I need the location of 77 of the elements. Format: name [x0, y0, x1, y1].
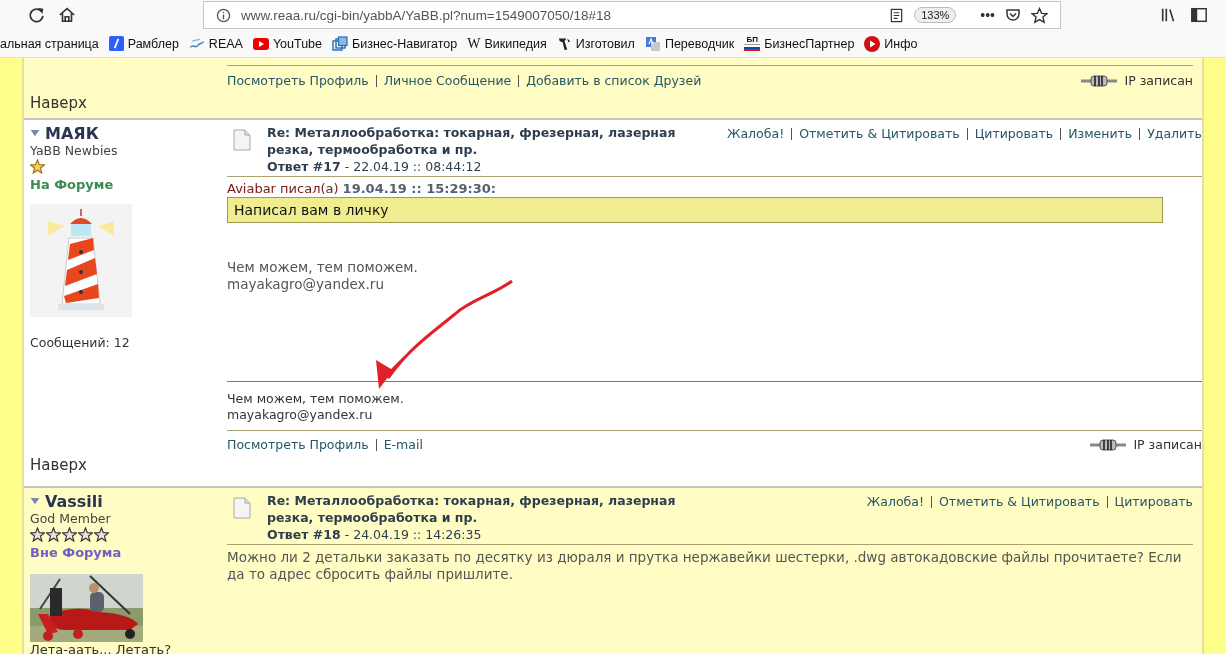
- resistor-icon: [1090, 438, 1127, 451]
- quote-date: 19.04.19 :: 15:29:30:: [342, 181, 497, 196]
- post-action-link[interactable]: Изменить: [1068, 126, 1133, 141]
- member-group: God Member: [30, 511, 221, 526]
- author-name[interactable]: Vassili: [45, 492, 103, 511]
- online-status: На Форуме: [30, 177, 115, 192]
- reply-info: Ответ #17 - 22.04.19 :: 08:44:12: [267, 158, 483, 175]
- tool-icon: [556, 35, 572, 52]
- reply-info: Ответ #18 - 24.04.19 :: 14:26:35: [267, 526, 483, 543]
- rank-star-icon: [62, 527, 77, 542]
- profile-link[interactable]: Добавить в список Друзей: [526, 73, 702, 88]
- bookmark-item[interactable]: Инфо: [864, 35, 918, 52]
- profile-link[interactable]: E-mail: [383, 437, 423, 452]
- bookmark-item[interactable]: W Википедия: [467, 35, 547, 52]
- post-text: Можно ли 2 детальки заказать по десятку из дюраля и прутка нержавейки шестерки, .dwg автокадовские файлы прочитаете? Если да то адрес сбросить файлы пришлите.: [227, 549, 1183, 583]
- back-to-top-link[interactable]: Наверх: [24, 92, 1202, 112]
- reader-view-icon[interactable]: [889, 7, 905, 23]
- post-subject[interactable]: Re: Металлообработка: токарная, фрезерная, лазерная резка, термообработка и пр.: [267, 492, 707, 526]
- bookmark-item[interactable]: Рамблер: [108, 36, 179, 51]
- profile-link[interactable]: Посмотреть Профиль: [227, 437, 369, 452]
- profile-link[interactable]: Посмотреть Профиль: [227, 73, 369, 88]
- avatar-caption: Лета-аать... Летать?: [30, 642, 173, 654]
- caret-icon[interactable]: [30, 498, 40, 505]
- wiki-icon: W: [467, 35, 481, 52]
- back-to-top-link[interactable]: Наверх: [24, 455, 1202, 474]
- zoom-badge[interactable]: 133%: [914, 7, 957, 23]
- post-action-link[interactable]: Удалить: [1147, 126, 1202, 141]
- bookmark-item[interactable]: REAA: [188, 36, 243, 51]
- ip-status: IP записан: [1124, 73, 1193, 88]
- reload-icon[interactable]: [28, 6, 46, 24]
- post-text: Чем можем, тем поможем.: [227, 259, 419, 276]
- post-text: mayakagro@yandex.ru: [227, 276, 385, 293]
- signature-text: Чем можем, тем поможем.: [227, 391, 405, 407]
- author-name[interactable]: МАЯК: [45, 124, 99, 143]
- signature-text: mayakagro@yandex.ru: [227, 407, 374, 423]
- ip-status: IP записан: [1133, 437, 1202, 452]
- quote-author: Aviabar писал(а): [227, 181, 339, 196]
- url-text: www.reaa.ru/cgi-bin/yabbA/YaBB.pl?num=1549007050/18#18: [241, 7, 612, 23]
- post-action-link[interactable]: Отметить & Цитировать: [799, 126, 960, 141]
- post-action-link[interactable]: Цитировать: [1114, 494, 1193, 509]
- bookmark-item[interactable]: Изготовил: [556, 35, 635, 52]
- rank-star-icon: [78, 527, 93, 542]
- resistor-icon: [1081, 74, 1118, 87]
- rank-star-icon: [30, 159, 45, 174]
- menu-icon[interactable]: •••: [980, 7, 995, 23]
- slash-icon: [108, 36, 124, 51]
- home-icon[interactable]: [58, 6, 76, 24]
- profile-link[interactable]: Личное Сообщение: [383, 73, 512, 88]
- post-action-link[interactable]: Жалоба!: [727, 126, 785, 141]
- star-icon[interactable]: [1031, 6, 1048, 24]
- play-circle-icon: [864, 35, 881, 52]
- post-subject[interactable]: Re: Металлообработка: токарная, фрезерная, лазерная резка, термообработка и пр.: [267, 124, 707, 158]
- bookmark-item[interactable]: Переводчик: [644, 35, 735, 52]
- rank-star-icon: [30, 527, 45, 542]
- bookmark-item[interactable]: YouTube: [252, 36, 323, 51]
- quote-box: Написал вам в личку: [227, 197, 1163, 223]
- address-bar[interactable]: www.reaa.ru/cgi-bin/yabbA/YaBB.pl?num=1549007050/18#18 133% •••: [203, 1, 1061, 29]
- play-icon: [252, 37, 269, 50]
- post-count: Сообщений: 12: [30, 335, 131, 350]
- document-icon: [233, 129, 251, 151]
- squares-icon: [332, 35, 349, 52]
- rank-star-icon: [46, 527, 61, 542]
- post-action-link[interactable]: Жалоба!: [866, 494, 924, 509]
- bookmark-item[interactable]: альная страница: [0, 36, 99, 51]
- info-icon[interactable]: [216, 7, 231, 23]
- sidebar-icon[interactable]: [1190, 6, 1208, 24]
- pocket-icon[interactable]: [1005, 7, 1021, 23]
- post-action-link[interactable]: Отметить & Цитировать: [939, 494, 1100, 509]
- translate-icon: [644, 35, 661, 52]
- rank-star-icon: [94, 527, 109, 542]
- member-group: YaBB Newbies: [30, 143, 221, 158]
- post-action-link[interactable]: Цитировать: [974, 126, 1054, 141]
- bookmark-item[interactable]: Бизнес-Навигатор: [332, 35, 458, 52]
- caret-icon[interactable]: [30, 130, 40, 137]
- bookmark-item[interactable]: БП БизнесПартнер: [744, 36, 855, 51]
- online-status: Вне Форума: [30, 545, 123, 560]
- document-icon: [233, 497, 251, 519]
